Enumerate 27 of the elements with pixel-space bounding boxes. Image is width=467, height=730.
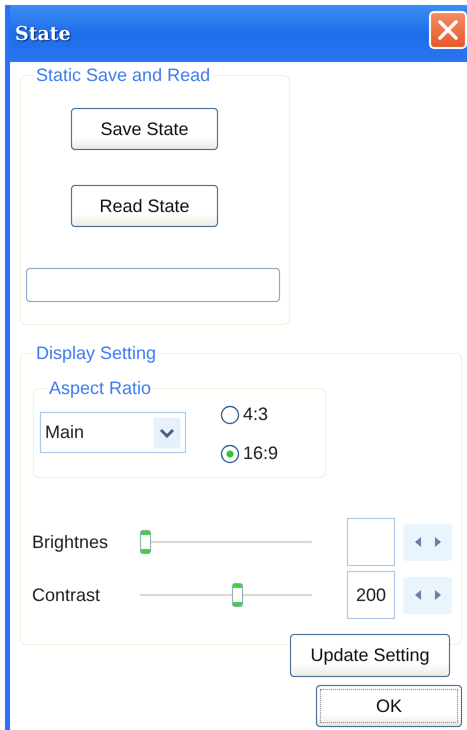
slider-label: Brightnes <box>32 532 110 552</box>
slider-label: Contrast <box>32 584 102 606</box>
spin-control[interactable] <box>403 524 452 560</box>
state-button[interactable]: Save State <box>71 108 218 150</box>
window-title: State <box>15 22 71 44</box>
close-icon <box>437 18 459 40</box>
slider[interactable] <box>140 529 312 555</box>
radio-option[interactable]: 16:9 <box>220 443 278 464</box>
state-button[interactable]: Read State <box>71 185 218 227</box>
group-title: Display Setting <box>35 343 158 363</box>
dropdown[interactable]: Main <box>40 412 186 453</box>
slider-thumb[interactable] <box>232 583 244 607</box>
spin-control[interactable] <box>403 576 452 614</box>
radio-button[interactable] <box>220 444 240 464</box>
group-title: Static Save and Read <box>35 65 212 85</box>
radio-button[interactable] <box>220 404 240 424</box>
input-field[interactable] <box>26 268 280 302</box>
value-field[interactable]: 200 <box>347 571 395 619</box>
close-button[interactable] <box>429 10 467 48</box>
value-field[interactable] <box>347 518 395 566</box>
group-title: Aspect Ratio <box>48 378 152 398</box>
chevron-down-icon <box>153 416 181 448</box>
slider-thumb[interactable] <box>140 530 151 554</box>
update-button[interactable]: Update Setting <box>290 634 450 677</box>
slider[interactable] <box>140 582 312 608</box>
radio-option[interactable]: 4:3 <box>220 404 278 425</box>
ok-button[interactable]: OK <box>316 685 462 727</box>
